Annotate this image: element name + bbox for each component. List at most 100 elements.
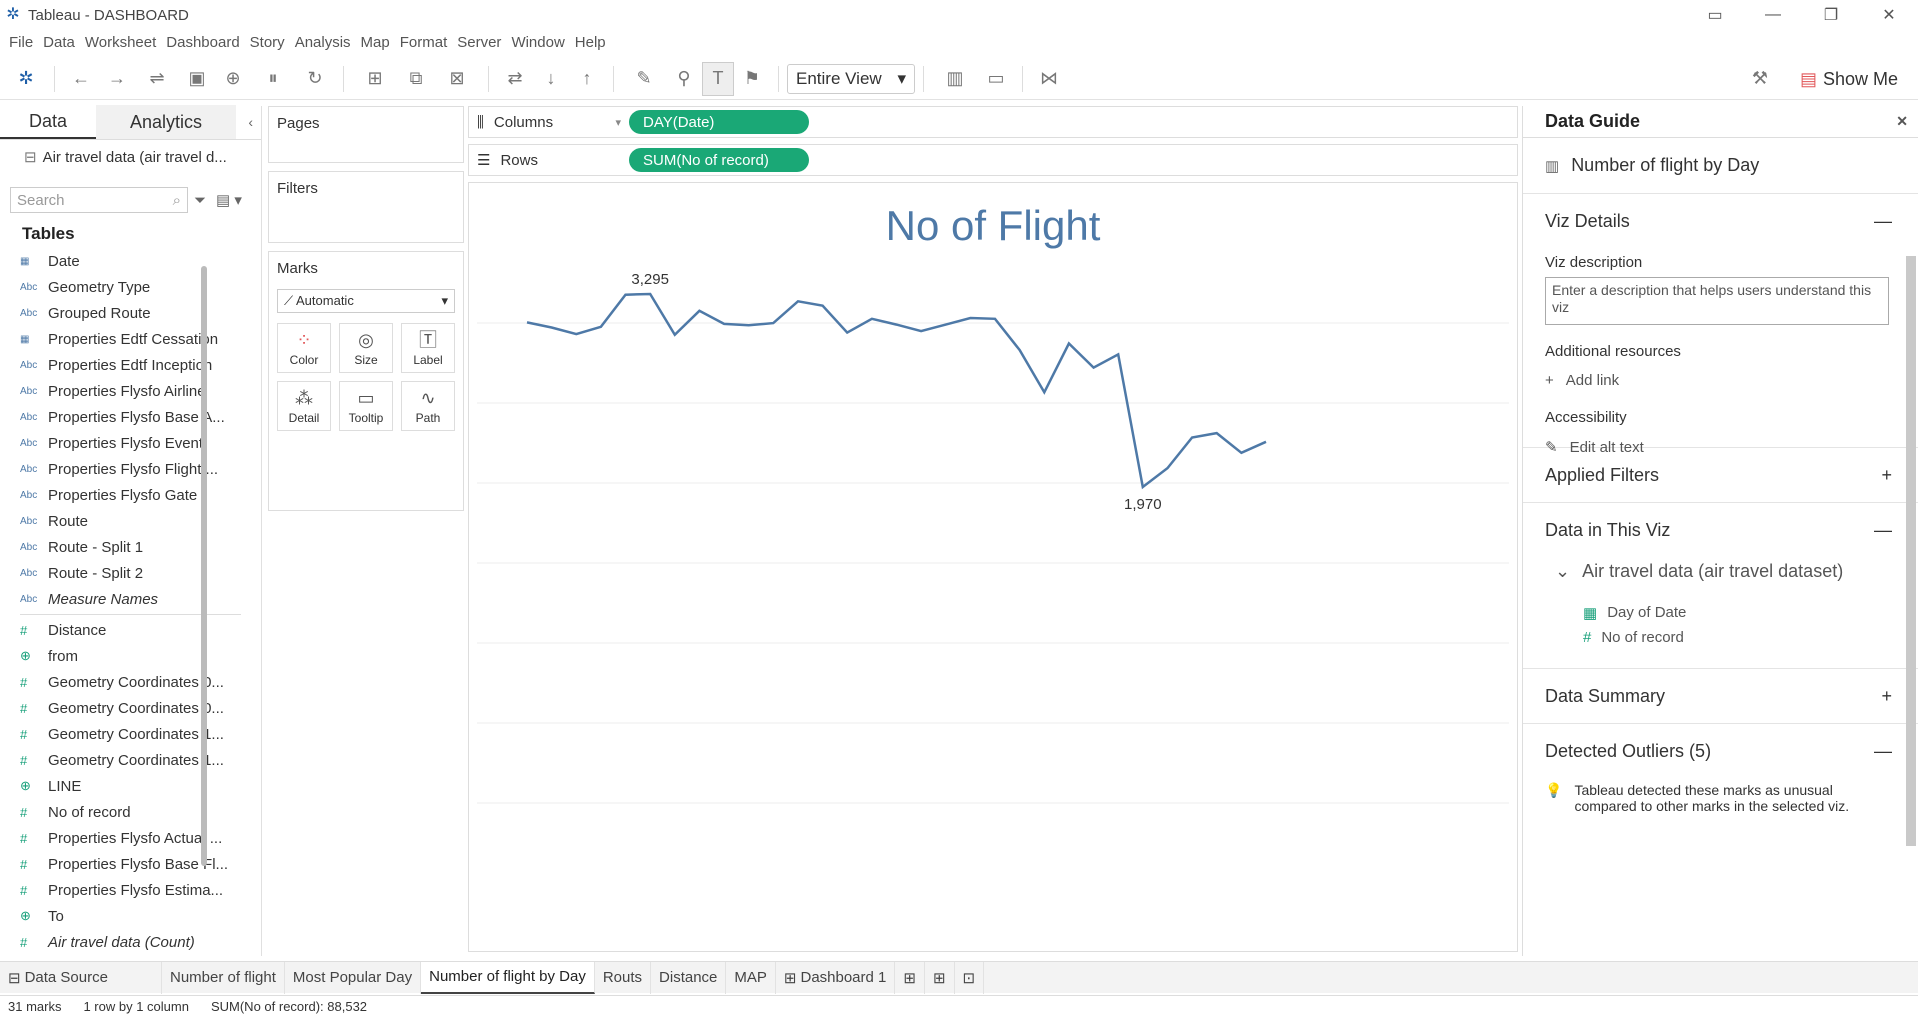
sort-ascending-icon[interactable]: ↓ — [533, 62, 569, 96]
add-link-button[interactable]: + Add link — [1545, 372, 1892, 389]
new-worksheet-tab-icon[interactable]: ⊞ — [895, 961, 925, 994]
tab-number-of-flight-by-day[interactable]: Number of flight by Day — [421, 961, 595, 994]
tab-analytics[interactable]: Analytics — [96, 105, 236, 139]
detail-button[interactable]: ⁂ Detail — [277, 381, 331, 431]
datasource-tree-item[interactable]: ⌄ Air travel data (air travel dataset) — [1555, 561, 1892, 582]
path-button[interactable]: ∿ Path — [401, 381, 455, 431]
field-item[interactable]: ⊕ To — [0, 903, 261, 929]
columns-pill[interactable]: DAY(Date) — [629, 110, 809, 134]
menu-server[interactable]: Server — [457, 34, 502, 51]
refresh-icon[interactable]: ↻ — [295, 62, 335, 96]
highlight-icon[interactable]: ✎ — [622, 62, 666, 96]
field-item[interactable]: # Distance — [0, 617, 261, 643]
mark-type-dropdown[interactable]: ⟋ Automatic ▾ — [277, 289, 455, 313]
menu-dashboard[interactable]: Dashboard — [166, 34, 240, 51]
save-icon[interactable]: ▣ — [179, 62, 215, 96]
new-datasource-icon[interactable]: ⊕ — [215, 62, 251, 96]
field-item[interactable]: # Properties Flysfo Base Fl... — [0, 851, 261, 877]
collapse-icon[interactable]: — — [1874, 211, 1892, 232]
field-item[interactable]: # Air travel data (Count) — [0, 929, 261, 955]
field-item[interactable]: Abc Route - Split 1 — [0, 534, 261, 560]
field-item[interactable]: # Geometry Coordinates 1... — [0, 747, 261, 773]
menu-format[interactable]: Format — [400, 34, 449, 51]
field-item[interactable]: Abc Grouped Route — [0, 300, 261, 326]
data-pane-scrollbar[interactable] — [201, 266, 207, 866]
tab-map[interactable]: MAP — [726, 961, 776, 994]
tab-data[interactable]: Data — [0, 105, 96, 139]
menu-data[interactable]: Data — [43, 34, 76, 51]
field-item[interactable]: # Properties Flysfo Actual ... — [0, 825, 261, 851]
field-item[interactable]: Abc Properties Flysfo Event — [0, 430, 261, 456]
rows-shelf[interactable]: ☰ Rows SUM(No of record) — [468, 144, 1518, 176]
menu-window[interactable]: Window — [511, 34, 565, 51]
label-button[interactable]: 🅃 Label — [401, 323, 455, 373]
guide-scrollbar[interactable] — [1906, 256, 1916, 846]
field-item[interactable]: Abc Properties Flysfo Airline — [0, 378, 261, 404]
sort-descending-icon[interactable]: ↑ — [569, 62, 605, 96]
fit-dropdown[interactable]: Entire View ▾ — [787, 63, 915, 94]
fix-axes-icon[interactable]: ⚑ — [734, 62, 770, 96]
field-item[interactable]: Abc Measure Names — [0, 586, 261, 612]
viz-description-input[interactable]: Enter a description that helps users und… — [1545, 277, 1889, 325]
pages-card[interactable]: Pages — [268, 106, 464, 163]
close-window-button[interactable]: ✕ — [1860, 0, 1918, 30]
collapse-icon[interactable]: — — [1874, 520, 1892, 541]
collapse-pane-icon[interactable]: ‹ — [248, 114, 253, 130]
presentation-mode-icon[interactable]: ▭ — [1686, 0, 1744, 30]
field-item[interactable]: ⊕ LINE — [0, 773, 261, 799]
new-story-tab-icon[interactable]: ⊡ — [955, 961, 985, 994]
close-icon[interactable]: ✕ — [1896, 113, 1908, 130]
duplicate-sheet-icon[interactable]: ⧉ — [398, 62, 434, 96]
tableau-home-icon[interactable]: ✲ — [6, 62, 46, 96]
field-item[interactable]: # Geometry Coordinates 0... — [0, 695, 261, 721]
minimize-button[interactable]: — — [1744, 0, 1802, 30]
filters-card[interactable]: Filters — [268, 171, 464, 243]
new-worksheet-icon[interactable]: ⊞ — [352, 62, 398, 96]
show-me-button[interactable]: ▤ Show Me — [1800, 64, 1898, 94]
field-item[interactable]: Abc Geometry Type — [0, 274, 261, 300]
field-item[interactable]: # Geometry Coordinates 0... — [0, 669, 261, 695]
undo-icon[interactable]: ← — [63, 62, 99, 96]
tab-distance[interactable]: Distance — [651, 961, 727, 994]
viz-canvas[interactable]: No of Flight 3,295 1,970 — [468, 182, 1518, 952]
clear-sheet-icon[interactable]: ⊠ — [434, 62, 480, 96]
new-dashboard-tab-icon[interactable]: ⊞ — [925, 961, 955, 994]
size-button[interactable]: ◎ Size — [339, 323, 393, 373]
presentation-icon[interactable]: ▭ — [978, 62, 1014, 96]
menu-file[interactable]: File — [9, 34, 34, 51]
field-item[interactable]: ▦ Date — [0, 248, 261, 274]
tab-dashboard-1[interactable]: ⊞ Dashboard 1 — [776, 961, 896, 994]
applied-filters-section[interactable]: Applied Filters + — [1523, 448, 1918, 503]
share-icon[interactable]: ⋈ — [1031, 62, 1067, 96]
field-item[interactable]: Abc Properties Flysfo Flight ... — [0, 456, 261, 482]
field-item[interactable]: # Properties Flysfo Estima... — [0, 877, 261, 903]
tab-most-popular-day[interactable]: Most Popular Day — [285, 961, 422, 994]
collapse-icon[interactable]: — — [1874, 741, 1892, 762]
show-cards-icon[interactable]: ▥ — [932, 62, 978, 96]
redo-icon[interactable]: → — [99, 62, 135, 96]
datasource-item[interactable]: ⊟ Air travel data (air travel d... — [0, 140, 261, 174]
menu-map[interactable]: Map — [361, 34, 391, 51]
swap-rows-columns-icon[interactable]: ⇄ — [497, 62, 533, 96]
field-item[interactable]: Abc Properties Edtf Inception — [0, 352, 261, 378]
rows-pill[interactable]: SUM(No of record) — [629, 148, 809, 172]
field-item[interactable]: Abc Properties Flysfo Gate — [0, 482, 261, 508]
menu-worksheet[interactable]: Worksheet — [85, 34, 157, 51]
group-members-icon[interactable]: ⚲ — [666, 62, 702, 96]
field-item[interactable]: ▦ Properties Edtf Cessation — [0, 326, 261, 352]
replace-data-icon[interactable]: ⇌ — [135, 62, 179, 96]
menu-analysis[interactable]: Analysis — [295, 34, 352, 51]
field-item[interactable]: Abc Properties Flysfo Base A... — [0, 404, 261, 430]
field-item[interactable]: Abc Route — [0, 508, 261, 534]
tooltip-button[interactable]: ▭ Tooltip — [339, 381, 393, 431]
field-item[interactable]: # Geometry Coordinates 1... — [0, 721, 261, 747]
search-input[interactable]: Search ⌕ — [10, 187, 188, 213]
color-button[interactable]: ⁘ Color — [277, 323, 331, 373]
field-item[interactable]: ⊕ from — [0, 643, 261, 669]
field-item[interactable]: Abc Route - Split 2 — [0, 560, 261, 586]
data-summary-section[interactable]: Data Summary + — [1523, 669, 1918, 724]
format-painter-icon[interactable]: ⚒ — [1742, 62, 1778, 96]
filter-fields-icon[interactable]: ⏷ — [194, 192, 206, 209]
tab-number-of-flight[interactable]: Number of flight — [162, 961, 285, 994]
field-item[interactable]: # No of record — [0, 799, 261, 825]
